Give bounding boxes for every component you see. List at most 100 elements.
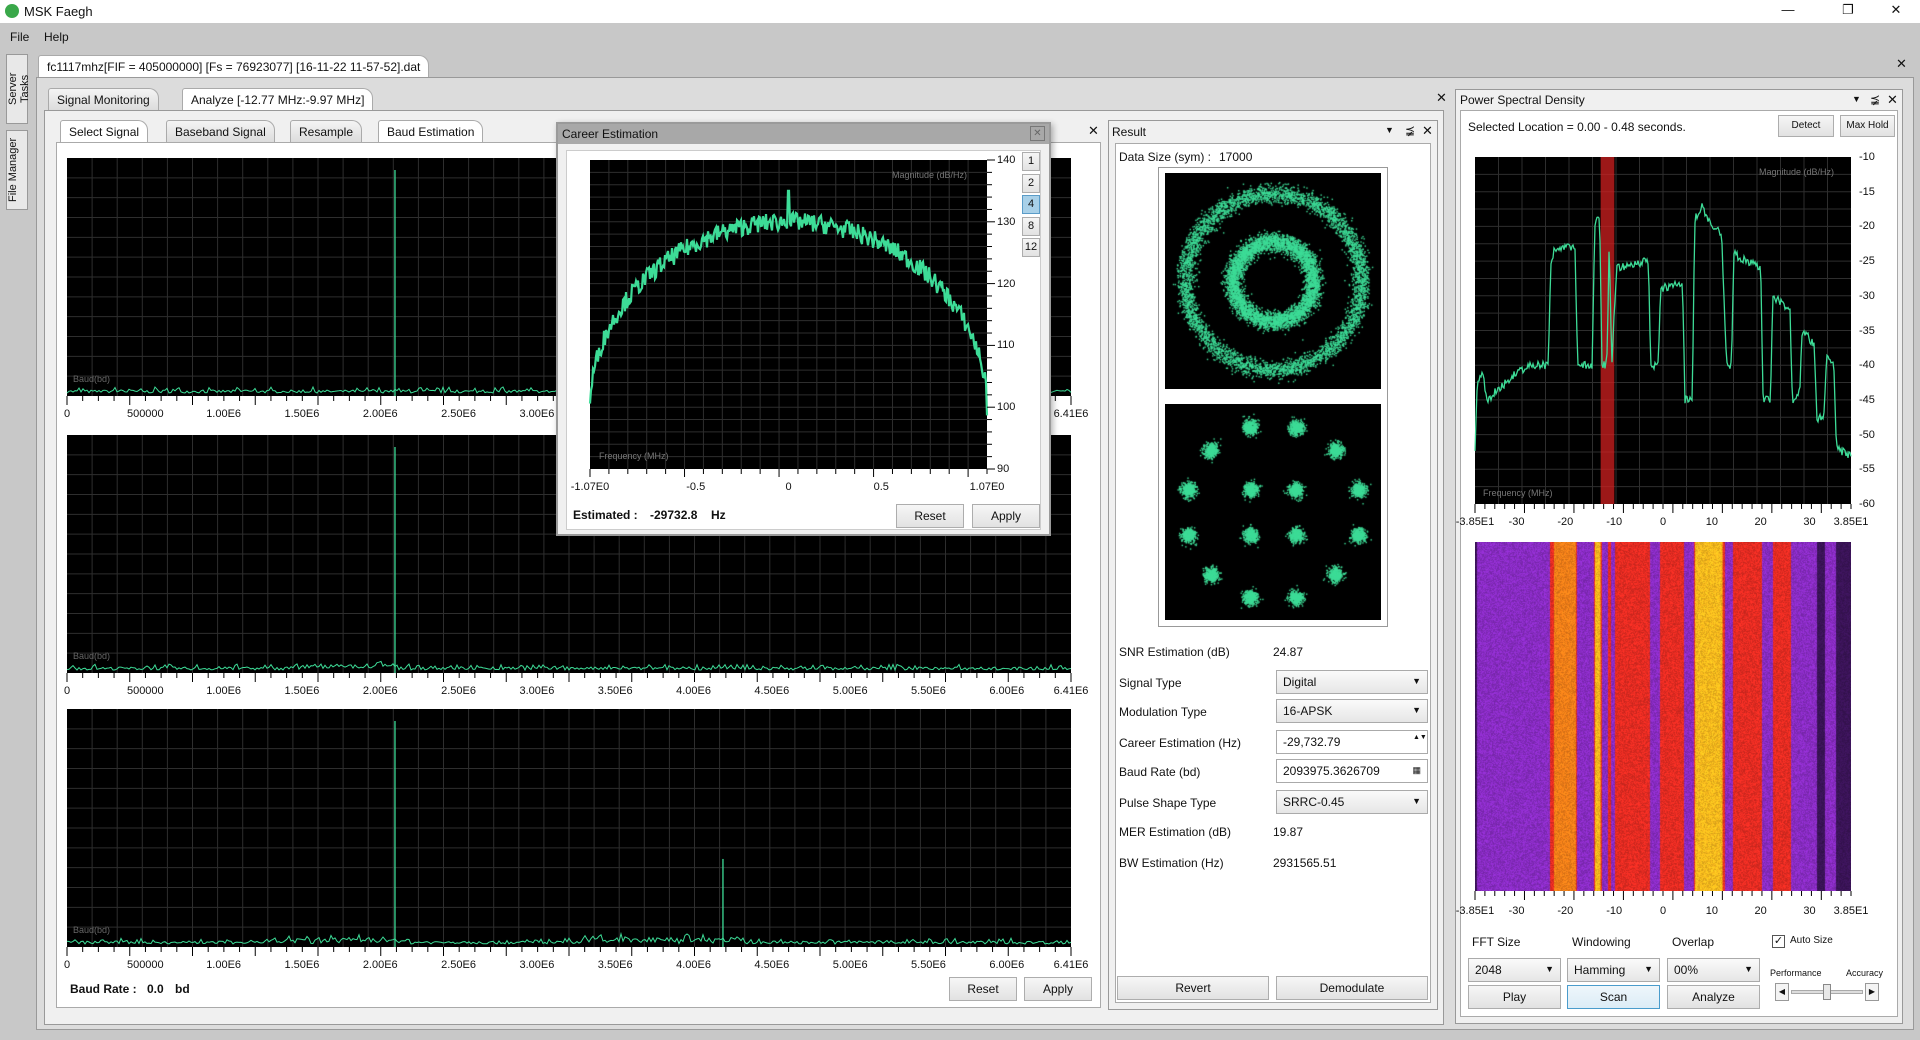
result-close-icon[interactable]: ✕: [1422, 123, 1433, 139]
baud-x-tick-label: 6.41E6: [1053, 959, 1089, 971]
result-menu-icon[interactable]: ▼: [1385, 125, 1394, 135]
data-size-value: 17000: [1219, 150, 1253, 164]
minimize-button[interactable]: —: [1768, 2, 1808, 17]
tab-baud-estimation[interactable]: Baud Estimation: [378, 120, 484, 142]
baud-x-tick-label: 0: [63, 959, 71, 971]
document-tab[interactable]: fc1117mhz[FIF = 405000000] [Fs = 7692307…: [38, 55, 430, 78]
analyze-button[interactable]: Analyze: [1667, 985, 1760, 1009]
tab-select-signal[interactable]: Select Signal: [60, 120, 149, 142]
career-reset-button[interactable]: Reset: [896, 504, 964, 528]
close-document-icon[interactable]: ✕: [1896, 56, 1907, 72]
detect-button[interactable]: Detect: [1778, 115, 1834, 137]
estimated-unit: Hz: [711, 508, 726, 522]
scan-button[interactable]: Scan: [1567, 985, 1660, 1009]
tab-signal-monitoring[interactable]: Signal Monitoring: [48, 88, 159, 110]
pulse-shape-type-select[interactable]: SRRC-0.45 ▼: [1276, 790, 1428, 814]
career-apply-button[interactable]: Apply: [972, 504, 1040, 528]
baud-x-tick-label: 1.50E6: [284, 408, 320, 420]
career-estimation-hz-input[interactable]: -29,732.79 ▲▼: [1276, 730, 1428, 754]
fft-size-value: 2048: [1475, 963, 1502, 977]
overlap-select[interactable]: 00% ▼: [1667, 958, 1760, 982]
psd-menu-icon[interactable]: ▼: [1852, 94, 1861, 104]
app-logo-icon: [5, 4, 19, 18]
baud-x-tick-label: 6.41E6: [1053, 408, 1089, 420]
row-label-pulse-shape-type: Pulse Shape Type: [1119, 796, 1217, 810]
demodulate-button[interactable]: Demodulate: [1276, 976, 1428, 1000]
psd-y-tick-label: -35: [1859, 324, 1875, 337]
tab-resample[interactable]: Resample: [290, 120, 363, 142]
baud-axis-label: Baud(bd): [73, 374, 111, 384]
power-1-button[interactable]: 1: [1022, 152, 1040, 171]
modulation-type-select[interactable]: 16-APSK ▼: [1276, 699, 1428, 723]
slider-left-arrow-icon[interactable]: ◀: [1775, 983, 1789, 1001]
result-pin-icon[interactable]: ⪵: [1405, 123, 1415, 137]
chevron-down-icon[interactable]: ▼: [1412, 796, 1421, 806]
side-tab-file-manager[interactable]: File Manager: [6, 130, 28, 210]
restore-button[interactable]: ❐: [1828, 2, 1868, 18]
power-4-button[interactable]: 4: [1022, 195, 1040, 214]
row-value-snr-estimation-db: 24.87: [1273, 645, 1304, 659]
power-8-button[interactable]: 8: [1022, 216, 1040, 236]
baud-x-tick-label: 1.00E6: [206, 408, 242, 420]
close-window-button[interactable]: ✕: [1876, 2, 1916, 18]
psd-x-tick-label: 30: [1803, 516, 1816, 528]
accuracy-label: Accuracy: [1846, 968, 1884, 978]
slider-thumb[interactable]: [1823, 984, 1831, 1000]
fft-size-select[interactable]: 2048 ▼: [1468, 958, 1561, 982]
slider-right-arrow-icon[interactable]: ▶: [1865, 983, 1879, 1001]
signal-type-select[interactable]: Digital ▼: [1276, 670, 1428, 694]
menu-file[interactable]: File: [10, 30, 29, 44]
chevron-down-icon: ▼: [1644, 964, 1653, 974]
baud-rate-value: 0.0: [147, 982, 164, 996]
close-analyze-icon[interactable]: ✕: [1436, 90, 1447, 106]
psd-y-tick-label: -45: [1859, 393, 1875, 406]
baud-x-axis: [66, 673, 1072, 682]
baud-x-tick-label: 4.50E6: [754, 959, 790, 971]
baud-axis-label: Baud(bd): [73, 651, 111, 661]
baud-x-tick-label: 3.50E6: [597, 685, 633, 697]
signal-type-value: Digital: [1283, 675, 1317, 689]
psd-close-icon[interactable]: ✕: [1887, 92, 1898, 108]
baud-rate-bd-input[interactable]: 2093975.3626709 ▦: [1276, 759, 1428, 783]
power-2-button[interactable]: 2: [1022, 173, 1040, 193]
baud-x-tick-label: 3.00E6: [519, 959, 555, 971]
career-x-tick-label: -0.5: [686, 481, 706, 493]
career-x-tick-label: 0: [785, 481, 792, 493]
psd-pin-icon[interactable]: ⪵: [1870, 92, 1880, 106]
waterfall-spectrogram[interactable]: [1475, 542, 1851, 891]
close-baud-estimation-icon[interactable]: ✕: [1088, 123, 1099, 139]
baud-x-tick-label: 5.50E6: [911, 959, 946, 971]
performance-accuracy-slider[interactable]: ◀ ▶: [1775, 983, 1879, 1001]
baud-rate-bd-value: 2093975.3626709: [1283, 764, 1380, 778]
side-tab-server-tasks[interactable]: Server Tasks: [6, 54, 31, 124]
baud-x-tick-label: 2.00E6: [362, 408, 398, 420]
chevron-down-icon[interactable]: ▼: [1412, 676, 1421, 686]
psd-y-tick-label: -25: [1859, 255, 1875, 268]
baud-apply-button[interactable]: Apply: [1024, 977, 1092, 1001]
baud-x-tick-label: 3.00E6: [519, 408, 555, 420]
power-12-button[interactable]: 12: [1022, 238, 1040, 257]
row-label-career-estimation-hz: Career Estimation (Hz): [1119, 736, 1242, 750]
baud-reset-button[interactable]: Reset: [949, 977, 1017, 1001]
baud-x-tick-label: 3.00E6: [519, 685, 555, 697]
menu-help[interactable]: Help: [44, 30, 69, 44]
revert-button[interactable]: Revert: [1117, 976, 1269, 1000]
play-button[interactable]: Play: [1468, 985, 1561, 1009]
baud-x-tick-label: 500000: [126, 959, 164, 971]
psd-y-tick-label: -50: [1859, 428, 1875, 441]
spinner-arrows-icon[interactable]: ▲▼: [1413, 733, 1427, 742]
calculator-icon[interactable]: ▦: [1412, 765, 1421, 776]
chevron-down-icon[interactable]: ▼: [1412, 705, 1421, 715]
psd-y-tick-label: -40: [1859, 359, 1875, 372]
tab-baseband-signal[interactable]: Baseband Signal: [166, 120, 275, 142]
tab-analyze[interactable]: Analyze [-12.77 MHz:-9.97 MHz]: [182, 88, 374, 110]
windowing-select[interactable]: Hamming ▼: [1567, 958, 1660, 982]
waterfall-x-tick-label: -30: [1508, 905, 1525, 917]
dialog-close-icon[interactable]: ✕: [1030, 126, 1045, 141]
auto-size-checkbox[interactable]: ✓: [1772, 935, 1785, 948]
waterfall-x-tick-label: -3.85E1: [1455, 905, 1495, 917]
max-hold-button[interactable]: Max Hold: [1840, 115, 1895, 137]
row-label-snr-estimation-db: SNR Estimation (dB): [1119, 645, 1230, 659]
row-label-bw-estimation-hz: BW Estimation (Hz): [1119, 856, 1224, 870]
psd-y-tick-label: -30: [1859, 289, 1875, 302]
